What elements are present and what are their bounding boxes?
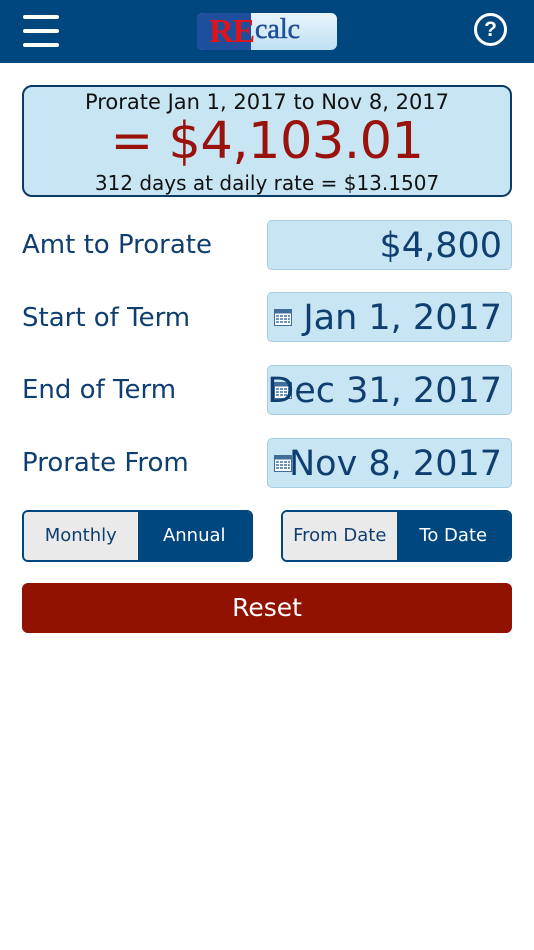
from-date-option[interactable]: From Date [283, 512, 397, 560]
direction-segmented-control: From Date To Date [281, 510, 512, 562]
reset-button[interactable]: Reset [22, 583, 512, 633]
question-circle-icon[interactable]: ? [474, 13, 507, 46]
end-term-field[interactable]: Dec 31, 2017 [267, 365, 512, 415]
result-amount: = $4,103.01 [110, 112, 424, 171]
logo-calc-text: calc [255, 14, 301, 45]
app-header: RE calc ? [0, 0, 534, 63]
to-date-option[interactable]: To Date [396, 512, 510, 560]
hamburger-menu-icon[interactable] [23, 13, 59, 49]
end-term-label: End of Term [22, 375, 177, 405]
result-detail: 312 days at daily rate = $13.1507 [94, 171, 440, 195]
start-term-value: Jan 1, 2017 [303, 298, 502, 338]
monthly-option[interactable]: Monthly [24, 512, 138, 560]
start-term-field[interactable]: Jan 1, 2017 [267, 292, 512, 342]
amount-label: Amt to Prorate [22, 230, 212, 260]
recalc-logo: RE calc [197, 13, 337, 50]
prorate-from-label: Prorate From [22, 448, 189, 478]
period-segmented-control: Monthly Annual [22, 510, 253, 562]
logo-re-text: RE [209, 13, 255, 50]
prorate-result-panel: Prorate Jan 1, 2017 to Nov 8, 2017 = $4,… [22, 85, 512, 197]
annual-option[interactable]: Annual [137, 512, 251, 560]
amount-value: $4,800 [379, 226, 502, 266]
amount-field[interactable]: $4,800 [267, 220, 512, 270]
calendar-icon [274, 309, 292, 326]
start-term-label: Start of Term [22, 303, 191, 333]
end-term-value: Dec 31, 2017 [267, 371, 502, 411]
prorate-from-field[interactable]: Nov 8, 2017 [267, 438, 512, 488]
prorate-from-value: Nov 8, 2017 [288, 444, 502, 484]
